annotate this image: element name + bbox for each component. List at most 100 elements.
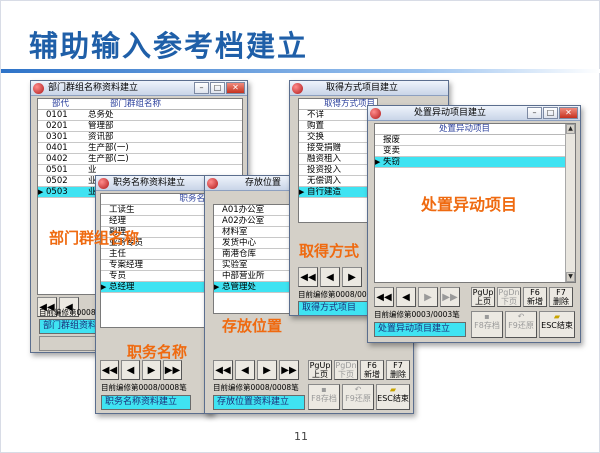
acq-row[interactable]: 融资租入 bbox=[299, 154, 377, 165]
job-row[interactable]: 经理 bbox=[101, 216, 209, 227]
acq-window-title: 取得方式项目建立 bbox=[326, 83, 399, 93]
disp-delete-button[interactable]: F7 删除 bbox=[549, 287, 573, 307]
acq-row[interactable]: 交换 bbox=[299, 132, 377, 143]
maximize-button[interactable]: □ bbox=[210, 82, 225, 94]
acq-row-selected[interactable]: ▶ 自行建造 bbox=[299, 187, 377, 198]
row-pointer-icon: ▶ bbox=[375, 158, 381, 166]
job-row[interactable]: 主任 bbox=[101, 249, 209, 260]
disp-save-button[interactable]: ▪ F8存档 bbox=[471, 311, 503, 338]
close-button[interactable]: ✕ bbox=[226, 82, 245, 94]
maximize-button[interactable]: □ bbox=[543, 107, 558, 119]
loc-next-button[interactable]: ▶ bbox=[257, 360, 277, 380]
save-icon: ▪ bbox=[484, 312, 490, 321]
dept-row[interactable]: 0301 资讯部 bbox=[38, 132, 242, 143]
app-icon bbox=[207, 178, 218, 189]
dept-window-titlebar[interactable]: 部门群组名称资料建立 – □ ✕ bbox=[31, 81, 247, 96]
disp-prev-button[interactable]: ◀ bbox=[396, 287, 416, 307]
job-row-selected[interactable]: ▶ 总经理 bbox=[101, 282, 209, 293]
acq-list-header: 取得方式项目 bbox=[299, 99, 377, 110]
disp-next-button[interactable]: ▶ bbox=[418, 287, 438, 307]
job-next-button[interactable]: ▶ bbox=[142, 360, 161, 380]
scroll-up-arrow-icon[interactable]: ▲ bbox=[566, 124, 575, 134]
disp-first-button[interactable]: ◀◀ bbox=[374, 287, 394, 307]
disp-restore-button[interactable]: ↶ F9还原 bbox=[505, 311, 537, 338]
dept-window-title: 部门群组名称资料建立 bbox=[48, 83, 139, 93]
acq-row[interactable]: 接受捐赠 bbox=[299, 143, 377, 154]
loc-pgup-button[interactable]: PgUp 上页 bbox=[308, 360, 332, 380]
app-icon bbox=[33, 83, 44, 94]
disp-status: 目前编修第0003/0003笔 bbox=[374, 310, 460, 319]
dept-row[interactable]: 0101 总务处 bbox=[38, 110, 242, 121]
dept-col-name: 部门群组名称 bbox=[110, 99, 162, 109]
job-field[interactable]: 职务名称资料建立 bbox=[101, 395, 191, 410]
acq-row[interactable]: 购置 bbox=[299, 121, 377, 132]
app-icon bbox=[370, 108, 381, 119]
row-pointer-icon: ▶ bbox=[214, 283, 220, 291]
disp-window-title: 处置异动项目建立 bbox=[414, 108, 487, 118]
scroll-down-arrow-icon[interactable]: ▼ bbox=[566, 272, 575, 282]
minimize-button[interactable]: – bbox=[194, 82, 209, 94]
loc-status: 目前编修第0008/0008笔 bbox=[213, 383, 299, 392]
job-row[interactable]: 专员 bbox=[101, 271, 209, 282]
caption-storage-location: 存放位置 bbox=[222, 317, 283, 335]
disp-row[interactable]: 报废 bbox=[375, 135, 575, 146]
disp-pgdn-button[interactable]: PgDn 下页 bbox=[497, 287, 521, 307]
dept-row[interactable]: 0401 生产部(一) bbox=[38, 143, 242, 154]
acq-row[interactable]: 无偿调入 bbox=[299, 176, 377, 187]
loc-field[interactable]: 存放位置资料建立 bbox=[213, 395, 305, 410]
minimize-button[interactable]: – bbox=[527, 107, 542, 119]
loc-last-button[interactable]: ▶▶ bbox=[279, 360, 299, 380]
dept-list-header: 部代 部门群组名称 bbox=[38, 99, 242, 110]
disp-add-button[interactable]: F6 新增 bbox=[523, 287, 547, 307]
disp-row[interactable]: 变卖 bbox=[375, 146, 575, 157]
dept-row[interactable]: 0402 生产部(二) bbox=[38, 154, 242, 165]
acq-field[interactable]: 取得方式项目 bbox=[298, 301, 376, 315]
disp-exit-button[interactable]: ▰ ESC结束 bbox=[539, 311, 575, 338]
caption-acquisition-method: 取得方式 bbox=[299, 242, 360, 260]
disp-field[interactable]: 处置异动项目建立 bbox=[374, 322, 466, 337]
loc-add-button[interactable]: F6 新增 bbox=[360, 360, 384, 380]
disp-last-button[interactable]: ▶▶ bbox=[440, 287, 460, 307]
disp-pgup-button[interactable]: PgUp 上页 bbox=[471, 287, 495, 307]
acq-status: 目前编修第0008/000 bbox=[298, 290, 372, 299]
slide-title: 辅助输入参考档建立 bbox=[29, 29, 309, 63]
acq-list: 取得方式项目 不详 购置 交换 接受捐赠 融资租入 投资投入 无偿调入 ▶ 自行建… bbox=[298, 98, 378, 223]
loc-exit-button[interactable]: ▰ ESC结束 bbox=[376, 384, 410, 410]
caption-job-title: 职务名称 bbox=[127, 343, 188, 361]
job-list: 职务名 工读生 经理 副理 业务专员 主任 专案经理 专员 ▶ 总经理 bbox=[100, 193, 210, 328]
loc-delete-button[interactable]: F7 删除 bbox=[386, 360, 410, 380]
row-pointer-icon: ▶ bbox=[38, 188, 44, 196]
disp-scrollbar[interactable]: ▲ ▼ bbox=[565, 124, 575, 282]
acq-first-button[interactable]: ◀◀ bbox=[298, 267, 318, 287]
disp-col-name: 处置异动项目 bbox=[439, 124, 491, 134]
loc-first-button[interactable]: ◀◀ bbox=[213, 360, 233, 380]
page-number: 11 bbox=[294, 430, 308, 443]
close-button[interactable]: ✕ bbox=[559, 107, 578, 119]
dept-row[interactable]: 0201 管理部 bbox=[38, 121, 242, 132]
loc-restore-button[interactable]: ↶ F9还原 bbox=[342, 384, 374, 410]
acq-next-button[interactable]: ▶ bbox=[342, 267, 362, 287]
acq-window-titlebar[interactable]: 取得方式项目建立 bbox=[290, 81, 448, 96]
disp-list-header: 处置异动项目 bbox=[375, 124, 575, 135]
loc-pgdn-button[interactable]: PgDn 下页 bbox=[334, 360, 358, 380]
job-last-button[interactable]: ▶▶ bbox=[163, 360, 182, 380]
job-status: 目前编修第0008/0008笔 bbox=[101, 383, 187, 392]
job-first-button[interactable]: ◀◀ bbox=[100, 360, 119, 380]
acq-prev-button[interactable]: ◀ bbox=[320, 267, 340, 287]
undo-icon: ↶ bbox=[354, 385, 362, 394]
save-icon: ▪ bbox=[321, 385, 327, 394]
app-icon bbox=[292, 83, 303, 94]
acq-row[interactable]: 不详 bbox=[299, 110, 377, 121]
loc-save-button[interactable]: ▪ F8存档 bbox=[308, 384, 340, 410]
disp-window-titlebar[interactable]: 处置异动项目建立 – □ ✕ bbox=[368, 106, 580, 121]
loc-window-title: 存放位置 bbox=[245, 178, 282, 188]
job-window-titlebar[interactable]: 职务名称资料建立 bbox=[96, 176, 212, 191]
caption-disposal-change: 处置异动项目 bbox=[421, 195, 518, 214]
disp-row-selected[interactable]: ▶ 失窃 bbox=[375, 157, 575, 168]
job-row[interactable]: 工读生 bbox=[101, 205, 209, 216]
slide: 辅助输入参考档建立 部门群组名称资料建立 – □ ✕ 部代 部门群组名称 010… bbox=[0, 0, 600, 453]
job-row[interactable]: 专案经理 bbox=[101, 260, 209, 271]
job-prev-button[interactable]: ◀ bbox=[121, 360, 140, 380]
acq-row[interactable]: 投资投入 bbox=[299, 165, 377, 176]
loc-prev-button[interactable]: ◀ bbox=[235, 360, 255, 380]
